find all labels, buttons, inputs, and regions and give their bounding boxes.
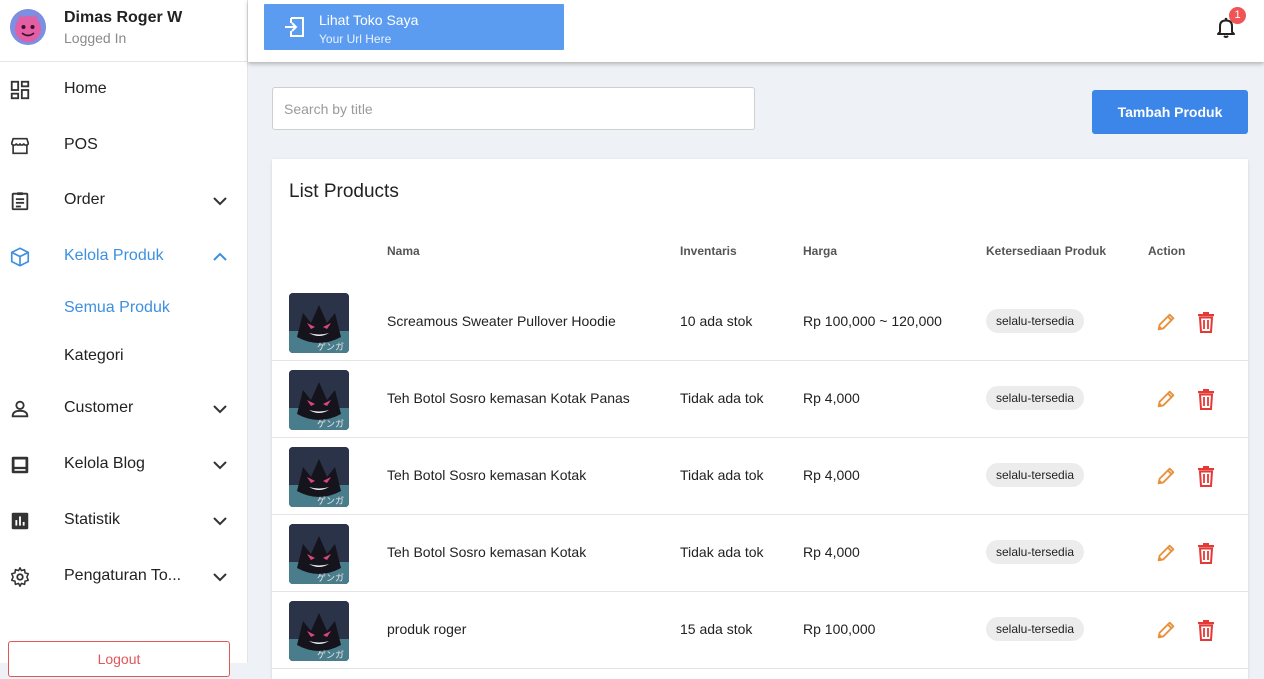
svg-text:ゲンガ: ゲンガ bbox=[317, 418, 344, 430]
dashboard-icon bbox=[10, 80, 30, 100]
product-name: Teh Botol Sosro kemasan Kotak Panas bbox=[387, 390, 630, 406]
chevron-down-icon bbox=[213, 197, 227, 206]
person-icon bbox=[11, 400, 29, 418]
sidebar-item-customer[interactable]: Customer bbox=[0, 389, 247, 429]
user-profile: Dimas Roger W Logged In bbox=[0, 0, 247, 62]
chevron-down-icon bbox=[213, 405, 227, 414]
availability-badge: selalu-tersedia bbox=[986, 617, 1085, 641]
product-price: Rp 100,000 bbox=[803, 621, 876, 637]
sidebar-item-label: Kelola Produk bbox=[64, 247, 164, 264]
sidebar-item-label: Statistik bbox=[64, 511, 121, 528]
sidebar-item-label: Kelola Blog bbox=[64, 455, 145, 472]
login-icon bbox=[285, 17, 304, 37]
product-inventory: Tidak ada tok bbox=[680, 544, 764, 560]
sidebar-item-kelola-produk[interactable]: Kelola Produk bbox=[0, 237, 247, 277]
product-inventory: 15 ada stok bbox=[680, 621, 753, 637]
edit-pencil-icon[interactable] bbox=[1155, 542, 1177, 564]
sidebar-item-label: Pengaturan To... bbox=[64, 567, 182, 584]
product-name: Teh Botol Sosro kemasan Kotak bbox=[387, 544, 587, 560]
delete-trash-icon[interactable] bbox=[1196, 311, 1216, 333]
edit-pencil-icon[interactable] bbox=[1155, 619, 1177, 641]
column-header-nama: Nama bbox=[387, 244, 420, 258]
product-thumbnail: ゲンガ bbox=[289, 370, 349, 430]
search-input[interactable] bbox=[272, 87, 755, 130]
sidebar-item-label: Customer bbox=[64, 399, 134, 416]
availability-badge: selalu-tersedia bbox=[986, 309, 1085, 333]
table-row: ゲンガ Screamous Sweater Pullover Hoodie 10… bbox=[272, 283, 1248, 361]
user-name: Dimas Roger W bbox=[64, 9, 183, 26]
avatar bbox=[10, 9, 46, 45]
column-header-ketersediaan: Ketersediaan Produk bbox=[986, 244, 1107, 258]
column-header-action: Action bbox=[1148, 244, 1186, 258]
table-row: ゲンガ Teh Botol Sosro kemasan Kotak Panas … bbox=[272, 360, 1248, 438]
sidebar-item-label: POS bbox=[64, 136, 98, 153]
product-thumbnail: ゲンガ bbox=[289, 293, 349, 353]
sidebar-item-kelola-blog[interactable]: Kelola Blog bbox=[0, 445, 247, 485]
product-name: Teh Botol Sosro kemasan Kotak bbox=[387, 467, 587, 483]
sidebar-item-pengaturan[interactable]: Pengaturan To... bbox=[0, 557, 247, 597]
product-inventory: Tidak ada tok bbox=[680, 390, 764, 406]
user-status: Logged In bbox=[64, 30, 127, 46]
availability-badge: selalu-tersedia bbox=[986, 540, 1085, 564]
view-store-button[interactable]: Lihat Toko Saya Your Url Here bbox=[264, 4, 564, 50]
product-list-card: List Products Nama Inventaris Harga Kete… bbox=[272, 159, 1248, 679]
availability-badge: selalu-tersedia bbox=[986, 386, 1085, 410]
chevron-down-icon bbox=[213, 517, 227, 526]
product-price: Rp 100,000 ~ 120,000 bbox=[803, 313, 942, 329]
view-store-title: Lihat Toko Saya bbox=[319, 12, 419, 28]
product-name: produk roger bbox=[387, 621, 467, 637]
gear-icon bbox=[10, 567, 30, 587]
add-product-button[interactable]: Tambah Produk bbox=[1092, 90, 1248, 134]
sidebar: Dimas Roger W Logged In Home POS Order K… bbox=[0, 0, 248, 677]
svg-text:ゲンガ: ゲンガ bbox=[317, 495, 344, 507]
chevron-down-icon bbox=[213, 573, 227, 582]
edit-pencil-icon[interactable] bbox=[1155, 311, 1177, 333]
box-icon bbox=[10, 247, 30, 267]
edit-pencil-icon[interactable] bbox=[1155, 465, 1177, 487]
product-thumbnail: ゲンガ bbox=[289, 447, 349, 507]
sidebar-subitem-kategori[interactable]: Kategori bbox=[64, 347, 124, 365]
delete-trash-icon[interactable] bbox=[1196, 619, 1216, 641]
store-url: Your Url Here bbox=[319, 32, 392, 46]
svg-text:ゲンガ: ゲンガ bbox=[317, 341, 344, 353]
chevron-up-icon bbox=[213, 252, 227, 261]
product-inventory: Tidak ada tok bbox=[680, 467, 764, 483]
delete-trash-icon[interactable] bbox=[1196, 465, 1216, 487]
column-header-inventaris: Inventaris bbox=[680, 244, 737, 258]
delete-trash-icon[interactable] bbox=[1196, 388, 1216, 410]
notification-badge: 1 bbox=[1229, 7, 1246, 24]
svg-text:ゲンガ: ゲンガ bbox=[317, 572, 344, 584]
sidebar-subitem-semua-produk[interactable]: Semua Produk bbox=[64, 299, 170, 317]
sidebar-item-home[interactable]: Home bbox=[0, 70, 247, 110]
product-thumbnail: ゲンガ bbox=[289, 524, 349, 584]
product-thumbnail: ゲンガ bbox=[289, 601, 349, 661]
sidebar-item-statistik[interactable]: Statistik bbox=[0, 501, 247, 541]
availability-badge: selalu-tersedia bbox=[986, 463, 1085, 487]
product-inventory: 10 ada stok bbox=[680, 313, 753, 329]
delete-trash-icon[interactable] bbox=[1196, 542, 1216, 564]
blog-icon bbox=[11, 456, 29, 474]
sidebar-item-label: Order bbox=[64, 191, 105, 208]
list-title: List Products bbox=[289, 181, 399, 202]
sidebar-item-pos[interactable]: POS bbox=[0, 126, 247, 166]
table-row: ゲンガ Teh Botol Sosro kemasan Kotak Tidak … bbox=[272, 514, 1248, 592]
svg-text:ゲンガ: ゲンガ bbox=[317, 649, 344, 661]
product-price: Rp 4,000 bbox=[803, 390, 860, 406]
column-header-harga: Harga bbox=[803, 244, 838, 258]
table-row: ゲンガ Teh Botol Sosro kemasan Kotak Tidak … bbox=[272, 437, 1248, 515]
topbar: Lihat Toko Saya Your Url Here 1 bbox=[248, 0, 1264, 62]
table-row: ゲンガ produk roger 15 ada stok Rp 100,000 … bbox=[272, 591, 1248, 669]
sidebar-item-order[interactable]: Order bbox=[0, 181, 247, 221]
clipboard-icon bbox=[11, 192, 29, 211]
logout-button[interactable]: Logout bbox=[8, 641, 230, 677]
store-icon bbox=[10, 137, 30, 155]
product-price: Rp 4,000 bbox=[803, 467, 860, 483]
sidebar-item-label: Home bbox=[64, 80, 107, 97]
product-price: Rp 4,000 bbox=[803, 544, 860, 560]
chevron-down-icon bbox=[213, 461, 227, 470]
edit-pencil-icon[interactable] bbox=[1155, 388, 1177, 410]
chart-icon bbox=[11, 512, 29, 530]
product-name: Screamous Sweater Pullover Hoodie bbox=[387, 313, 616, 329]
